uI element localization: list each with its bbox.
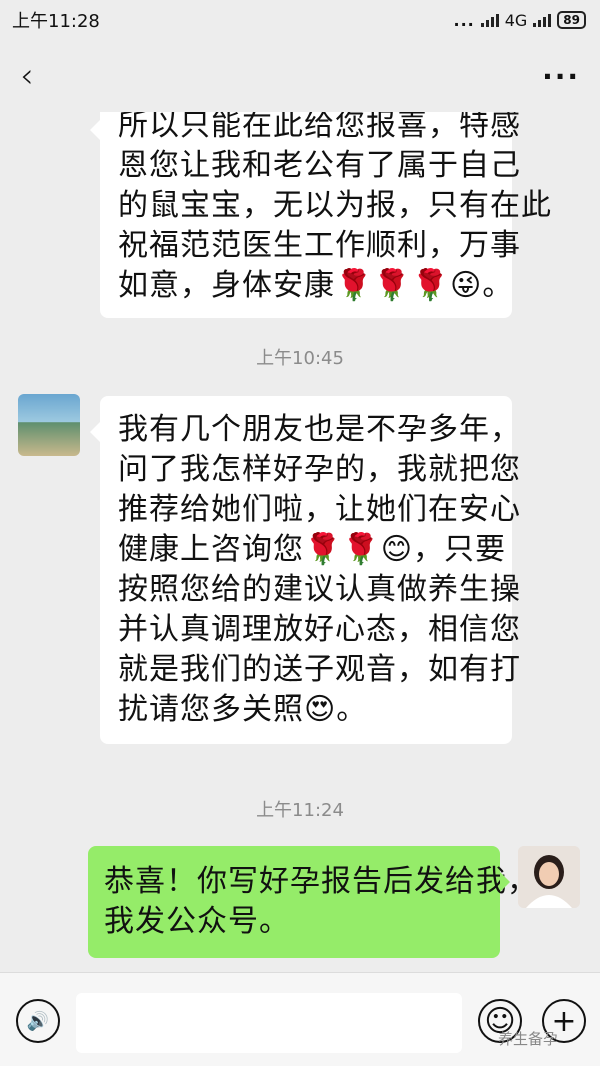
self-avatar[interactable] [518, 846, 580, 908]
message-line: 恭喜！你写好孕报告后发给我， [104, 864, 538, 899]
message-line: 的鼠宝宝，无以为报，只有在此 [118, 188, 552, 223]
timestamp: 上午11:24 [256, 800, 344, 821]
notification-dots: ... [453, 10, 475, 30]
more-icon[interactable]: ··· [542, 60, 580, 93]
message-bubble-1[interactable]: 所以只能在此给您报喜，特感 恩您让我和老公有了属于自己 的鼠宝宝，无以为报，只有… [90, 112, 552, 318]
message-line: 就是我们的送子观音，如有打 [118, 652, 521, 687]
message-line: 问了我怎样好孕的，我就把您 [118, 452, 521, 487]
voice-icon[interactable]: 🔊 [16, 999, 60, 1043]
timestamp: 上午10:45 [256, 348, 344, 369]
message-line: 并认真调理放好心态，相信您 [118, 612, 521, 647]
input-bar: 🔊 ☺ + [0, 972, 600, 1066]
message-line: 恩您让我和老公有了属于自己 [118, 148, 521, 183]
message-input[interactable] [76, 993, 462, 1053]
message-line: 我发公众号。 [104, 904, 290, 939]
message-line: 健康上咨询您🌹🌹😊，只要 [118, 532, 506, 567]
message-bubble-2[interactable]: 我有几个朋友也是不孕多年， 问了我怎样好孕的，我就把您 推荐给她们啦，让她们在安… [90, 396, 521, 744]
chat-area[interactable]: 所以只能在此给您报喜，特感 恩您让我和老公有了属于自己 的鼠宝宝，无以为报，只有… [0, 112, 600, 972]
person-icon [518, 846, 580, 908]
message-line: 按照您给的建议认真做养生操 [118, 572, 521, 607]
chat-header: ‹ ··· [0, 40, 600, 112]
watermark: 养生备孕 [498, 1030, 559, 1048]
status-time: 上午11:28 [12, 11, 100, 32]
status-bar: 上午11:28 ... 4G 89 [0, 0, 600, 40]
contact-avatar[interactable] [18, 394, 80, 456]
status-indicators: ... 4G 89 [453, 11, 586, 30]
message-line: 祝福范范医生工作顺利，万事 [118, 228, 521, 263]
message-line: 推荐给她们啦，让她们在安心 [118, 492, 521, 527]
battery-icon: 89 [557, 11, 586, 29]
chevron-left-icon[interactable]: ‹ [20, 56, 34, 96]
message-bubble-3[interactable]: 恭喜！你写好孕报告后发给我， 我发公众号。 [88, 846, 538, 958]
message-line: 所以只能在此给您报喜，特感 [118, 112, 521, 143]
message-line: 我有几个朋友也是不孕多年， [118, 412, 521, 447]
network-type: 4G [504, 10, 528, 30]
message-line: 如意，身体安康🌹🌹🌹😜。 [118, 268, 514, 303]
signal-icon-2 [533, 13, 552, 27]
message-line: 扰请您多关照😍。 [118, 692, 368, 727]
signal-icon [480, 13, 499, 27]
